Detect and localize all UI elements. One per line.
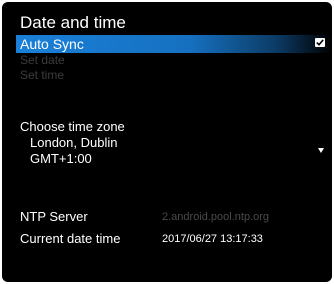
dropdown-arrow-icon[interactable] (318, 148, 324, 153)
time-zone-city: London, Dublin (30, 135, 118, 150)
time-zone-label[interactable]: Choose time zone (20, 119, 125, 134)
auto-sync-label: Auto Sync (20, 36, 84, 52)
current-date-time-label: Current date time (20, 231, 121, 246)
set-date-item: Set date (20, 53, 65, 67)
date-time-settings-panel: Date and time Auto Sync Set date Set tim… (2, 2, 332, 282)
auto-sync-checkbox[interactable] (315, 38, 325, 47)
set-time-item: Set time (20, 68, 65, 82)
auto-sync-row[interactable]: Auto Sync (16, 35, 332, 53)
ntp-server-label: NTP Server (20, 209, 88, 224)
time-zone-offset: GMT+1:00 (30, 151, 92, 166)
page-title: Date and time (20, 13, 126, 32)
checkmark-icon (316, 39, 324, 46)
current-date-time-value: 2017/06/27 13:17:33 (162, 233, 263, 245)
ntp-server-value: 2.android.pool.ntp.org (162, 211, 270, 223)
